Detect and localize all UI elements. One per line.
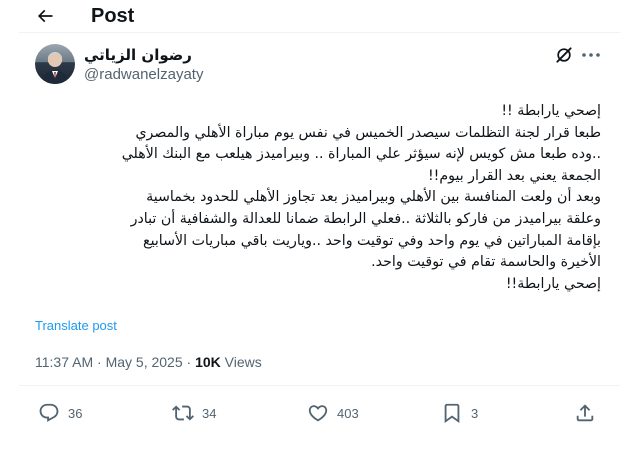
post-date[interactable]: May 5, 2025: [106, 354, 183, 370]
repost-count: 34: [202, 405, 217, 421]
reply-count: 36: [68, 405, 83, 421]
views-label: Views: [220, 354, 262, 370]
share-icon: [574, 402, 596, 424]
repost-icon: [172, 402, 194, 424]
tweet-line: ..وده طبعا مش كويس لإنه سيؤثر علي المبار…: [121, 146, 601, 163]
post-time[interactable]: 11:37 AM: [35, 354, 93, 370]
reply-icon: [38, 402, 60, 424]
tweet-line: طبعا قرار لجنة التظلمات سيصدر الخميس في …: [135, 124, 601, 141]
avatar[interactable]: [35, 44, 75, 84]
tweet-line: بإقامة المباراتين في يوم واحد وفي توقيت …: [143, 232, 601, 249]
meta-separator: ·: [182, 354, 196, 370]
repost-button[interactable]: 34: [172, 402, 216, 424]
author-display-name[interactable]: رضوان الزياتي: [84, 46, 192, 65]
grok-icon: [554, 45, 574, 65]
grok-button[interactable]: [554, 45, 574, 65]
more-icon: [581, 52, 601, 58]
meta-separator: ·: [93, 354, 106, 370]
tweet-line: إصحي يارابطة!!: [505, 275, 601, 292]
tweet-line: الجمعة يعني بعد القرار بيوم!!: [427, 167, 601, 184]
like-count: 403: [337, 405, 359, 421]
bookmark-count: 3: [471, 405, 479, 421]
author-handle[interactable]: @radwanelzayaty: [84, 66, 203, 84]
bookmark-icon: [441, 402, 463, 424]
tweet-text: إصحي يارابطة !! طبعا قرار لجنة التظلمات …: [35, 101, 601, 295]
header-divider: [19, 32, 620, 33]
share-button[interactable]: [574, 402, 596, 424]
reply-button[interactable]: 36: [38, 402, 82, 424]
heart-icon: [307, 402, 329, 424]
tweet-line: الأخيرة والحاسمة تقام في توقيت واحد.: [371, 254, 601, 271]
more-button[interactable]: [580, 45, 602, 65]
back-button[interactable]: [30, 2, 60, 30]
like-button[interactable]: 403: [307, 402, 359, 424]
bookmark-button[interactable]: 3: [441, 402, 478, 424]
tweet-line: إصحي يارابطة !!: [501, 103, 601, 119]
tweet-line: وبعد أن ولعت المنافسة بين الأهلي وبيرامي…: [146, 189, 601, 206]
meta-divider: [19, 385, 620, 386]
page-title: Post: [91, 5, 135, 27]
tweet-line: وعلقة بيراميدز من فاركو بالثلاثة ..فعلي …: [130, 210, 601, 227]
arrow-left-icon: [35, 6, 55, 26]
translate-post-link[interactable]: Translate post: [35, 318, 117, 333]
post-meta: 11:37 AM · May 5, 2025 · 10K Views: [35, 353, 262, 371]
views-count: 10K: [195, 354, 221, 370]
post-header: Post: [0, 0, 620, 32]
